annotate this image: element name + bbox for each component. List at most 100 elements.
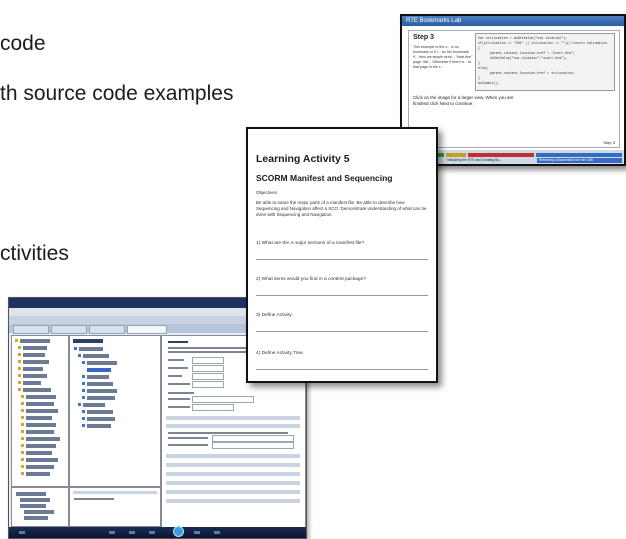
tool-tab-4[interactable] <box>127 325 167 334</box>
property-label <box>168 359 184 361</box>
property-field[interactable] <box>192 373 224 380</box>
folder-icon <box>21 395 24 398</box>
learning-activity-screenshot[interactable]: Learning Activity 5 SCORM Manifest and S… <box>246 127 438 383</box>
answer-line <box>256 295 428 296</box>
property-field[interactable] <box>192 404 234 411</box>
tree-item[interactable] <box>23 367 43 371</box>
structure-item[interactable] <box>87 424 111 428</box>
nav-label-initializing[interactable]: Initializing the RTE and Creating Bo... <box>447 158 502 162</box>
tool-tab-3[interactable] <box>89 325 125 334</box>
property-field[interactable] <box>212 435 294 442</box>
tool-structure-pane[interactable] <box>69 335 161 487</box>
structure-item[interactable] <box>87 375 109 379</box>
tool-tab-2[interactable] <box>51 325 87 334</box>
structure-item[interactable] <box>87 410 113 414</box>
collapsible-section[interactable] <box>166 416 300 420</box>
structure-item[interactable] <box>87 382 113 386</box>
task-item[interactable] <box>129 531 135 534</box>
property-field[interactable] <box>192 365 224 372</box>
tool-file-tree-pane[interactable] <box>11 335 69 487</box>
objectives-label: Objectives <box>256 190 278 195</box>
folder-icon <box>21 465 24 468</box>
nav-segment-red[interactable] <box>468 153 534 157</box>
outline-item[interactable] <box>24 516 48 520</box>
task-item[interactable] <box>19 531 25 534</box>
tree-item[interactable] <box>26 416 52 420</box>
structure-item[interactable] <box>87 396 115 400</box>
outline-item[interactable] <box>24 510 54 514</box>
tree-item[interactable] <box>26 423 56 427</box>
tree-item[interactable] <box>23 360 49 364</box>
tree-item[interactable] <box>23 381 41 385</box>
tree-item[interactable] <box>26 444 56 448</box>
structure-item[interactable] <box>83 354 109 358</box>
structure-item[interactable] <box>87 417 115 421</box>
nav-label-retrieving[interactable]: Retrieving a Bookmark from the LMS <box>539 158 593 162</box>
answer-line <box>256 369 428 370</box>
folder-icon <box>18 360 21 363</box>
tree-item[interactable] <box>26 409 58 413</box>
tree-item[interactable] <box>26 437 60 441</box>
tree-item[interactable] <box>23 388 51 392</box>
collapsible-section[interactable] <box>166 472 300 476</box>
tree-item[interactable] <box>26 465 54 469</box>
structure-item[interactable] <box>87 361 117 365</box>
property-field[interactable] <box>192 396 254 403</box>
pane-header <box>73 339 103 343</box>
bullet-text-2: th source code examples <box>0 82 234 105</box>
tree-item[interactable] <box>26 458 58 462</box>
tree-item[interactable] <box>26 451 52 455</box>
tree-item[interactable] <box>20 339 50 343</box>
tree-item[interactable] <box>26 402 54 406</box>
collapsible-section[interactable] <box>166 490 300 494</box>
tool-problems-pane[interactable] <box>69 487 161 527</box>
task-item[interactable] <box>109 531 115 534</box>
collapsible-section[interactable] <box>166 463 300 467</box>
item-icon <box>82 410 85 413</box>
property-field[interactable] <box>192 381 224 388</box>
structure-item[interactable] <box>87 389 117 393</box>
collapsible-section[interactable] <box>166 454 300 458</box>
property-description <box>168 351 248 353</box>
property-field[interactable] <box>192 357 224 364</box>
question-2: 2) What items would you find in a conten… <box>256 277 366 282</box>
outline-item[interactable] <box>20 504 46 508</box>
tree-item[interactable] <box>26 395 56 399</box>
folder-icon <box>18 346 21 349</box>
folder-icon <box>18 367 21 370</box>
task-item[interactable] <box>214 531 220 534</box>
task-item[interactable] <box>149 531 155 534</box>
structure-item[interactable] <box>79 347 103 351</box>
outline-item[interactable] <box>16 492 46 496</box>
tree-item[interactable] <box>26 472 50 476</box>
tree-item[interactable] <box>23 353 45 357</box>
nav-segment-yellow[interactable] <box>446 153 466 157</box>
property-field[interactable] <box>212 442 294 449</box>
problems-row <box>74 498 114 500</box>
tree-item[interactable] <box>26 430 54 434</box>
folder-icon <box>21 416 24 419</box>
bullet-text-1: code <box>0 32 46 55</box>
task-item[interactable] <box>194 531 200 534</box>
property-label <box>168 392 194 394</box>
collapsible-section[interactable] <box>166 481 300 485</box>
folder-icon <box>15 339 18 342</box>
collapsible-section[interactable] <box>166 424 300 428</box>
structure-item[interactable] <box>83 403 105 407</box>
item-icon <box>82 375 85 378</box>
tool-outline-pane[interactable] <box>11 487 69 527</box>
tree-item[interactable] <box>23 346 47 350</box>
media-play-icon[interactable] <box>173 526 184 537</box>
structure-item-selected[interactable] <box>87 368 111 372</box>
tool-tab-1[interactable] <box>13 325 49 334</box>
outline-item[interactable] <box>20 498 50 502</box>
lab-code-sample[interactable]: Var strLocation = doGetValue("cmi.locati… <box>475 33 615 91</box>
lab-title-bar: RTE Bookmarks Lab <box>402 16 624 26</box>
tree-item[interactable] <box>23 374 47 378</box>
question-4: 4) Define Activity Tree. <box>256 351 304 356</box>
collapsible-section[interactable] <box>166 499 300 503</box>
lab-content-panel: Step 3 This example to the c... is no bo… <box>408 30 620 148</box>
tool-taskbar <box>9 526 306 538</box>
nav-segment-blue[interactable] <box>536 153 622 157</box>
folder-icon <box>21 451 24 454</box>
